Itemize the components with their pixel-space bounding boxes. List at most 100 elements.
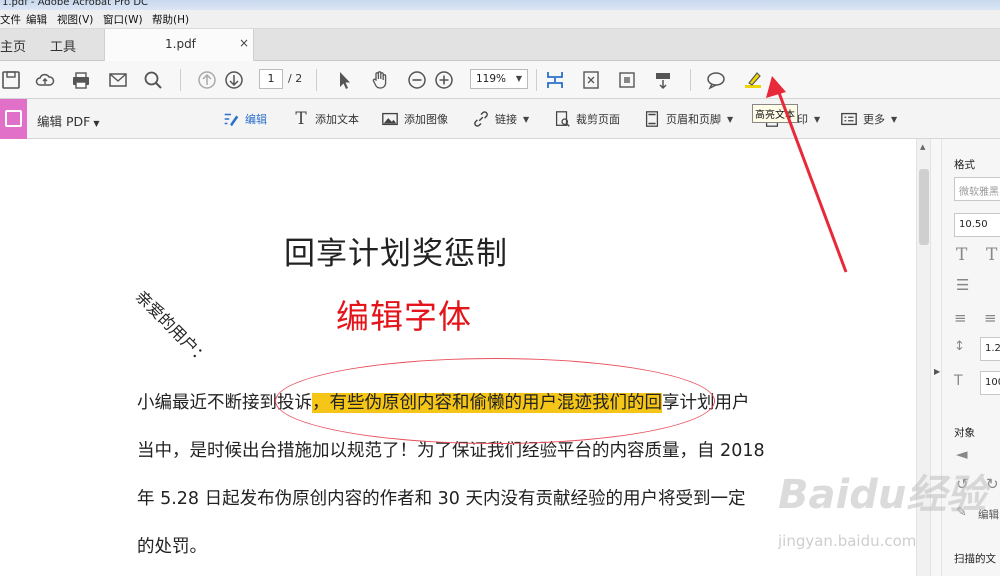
image-icon	[381, 110, 399, 128]
toolbar-divider	[536, 69, 537, 91]
text-icon: T	[295, 109, 307, 129]
format-heading: 格式	[954, 159, 975, 171]
add-text-button[interactable]: T 添加文本	[292, 109, 359, 129]
rotate-page-icon[interactable]	[580, 69, 602, 91]
toolbar-divider	[180, 69, 181, 91]
add-text-label: 添加文本	[315, 113, 359, 126]
link-label: 链接	[495, 113, 517, 126]
select-cursor-icon[interactable]	[333, 69, 355, 91]
print-icon[interactable]	[70, 69, 92, 91]
object-heading: 对象	[954, 427, 975, 439]
tab-document[interactable]: 1.pdf ×	[104, 29, 254, 61]
zoom-out-icon[interactable]	[406, 69, 428, 91]
rotate-right-icon[interactable]: ↻	[986, 475, 999, 493]
tab-bar: 主页 工具 1.pdf ×	[0, 29, 1000, 61]
document-title[interactable]: 回享计划奖惩制	[284, 228, 508, 273]
menu-file[interactable]: 文件	[0, 12, 21, 27]
chevron-down-icon: ▼	[814, 114, 821, 124]
text-color-icon[interactable]: T	[956, 245, 967, 265]
fit-page-icon[interactable]	[544, 69, 566, 91]
chevron-down-icon: ▼	[93, 119, 100, 128]
menu-view[interactable]: 视图(V)	[57, 12, 93, 27]
crop-page-label: 裁剪页面	[576, 113, 620, 126]
chevron-down-icon: ▼	[515, 74, 522, 83]
close-icon[interactable]: ×	[239, 36, 249, 50]
edit-pdf-toolbar: 编辑 PDF ▼ 编辑 T 添加文本 添加图像 链接 ▼ 裁剪页面 页眉和页脚 ▼	[0, 99, 1000, 139]
highlight-pen-icon[interactable]	[742, 69, 764, 91]
search-icon[interactable]	[142, 69, 164, 91]
edit-pdf-menu[interactable]: 编辑 PDF ▼	[37, 111, 99, 130]
line-spacing-icon: ↕	[954, 339, 965, 354]
more-options-icon	[840, 110, 858, 128]
edit-button-label: 编辑	[245, 113, 267, 126]
header-footer-button[interactable]: 页眉和页脚 ▼	[643, 109, 733, 129]
paragraph-line-3[interactable]: 年 5.28 日起发布伪原创内容的作者和 30 天内没有贡献经验的用户将受到一定	[137, 488, 745, 510]
text-style-icon[interactable]: T	[986, 245, 997, 265]
chevron-down-icon: ▼	[891, 114, 898, 124]
watermark-url: jingyan.baidu.com	[778, 532, 917, 550]
menu-bar: 文件 编辑 视图(V) 窗口(W) 帮助(H)	[0, 10, 1000, 29]
chevron-down-icon: ▼	[523, 114, 530, 124]
link-button[interactable]: 链接 ▼	[472, 109, 529, 129]
crop-page-button[interactable]: 裁剪页面	[553, 109, 620, 129]
add-image-label: 添加图像	[404, 113, 448, 126]
align-left-icon[interactable]: ≡	[954, 309, 967, 327]
scrollbar-thumb[interactable]	[919, 169, 929, 245]
page-total: / 2	[288, 72, 303, 85]
email-icon[interactable]	[107, 69, 129, 91]
toolbar-divider	[690, 69, 691, 91]
font-size-select[interactable]: 10.50	[954, 213, 1000, 237]
zoom-select[interactable]: 119% ▼	[470, 69, 528, 89]
header-footer-icon	[643, 110, 661, 128]
highlight-tooltip: 高亮文本	[752, 104, 798, 123]
chevron-down-icon: ▼	[727, 114, 734, 124]
comment-icon[interactable]	[705, 69, 727, 91]
hand-icon[interactable]	[369, 69, 391, 91]
menu-edit[interactable]: 编辑	[26, 12, 47, 27]
window-title: 1.pdf - Adobe Acrobat Pro DC	[2, 0, 149, 8]
page-down-icon[interactable]	[223, 69, 245, 91]
more-button[interactable]: 更多 ▼	[840, 109, 897, 129]
edit-pdf-tool-icon[interactable]	[0, 99, 27, 139]
crop-icon	[553, 110, 571, 128]
page-up-icon[interactable]	[196, 69, 218, 91]
paragraph-line-2[interactable]: 当中，是时候出台措施加以规范了！为了保证我们经验平台的内容质量，自 2018	[137, 440, 765, 462]
edit-button[interactable]: 编辑	[222, 109, 267, 129]
zoom-value: 119%	[476, 73, 507, 85]
font-family-select[interactable]: 微软雅黑	[954, 177, 1000, 201]
scroll-up-icon[interactable]: ▲	[920, 143, 925, 151]
add-image-button[interactable]: 添加图像	[381, 109, 448, 129]
horizontal-scale-input[interactable]: 100	[980, 371, 1000, 395]
full-screen-icon[interactable]	[616, 69, 638, 91]
flip-icon[interactable]: ◄	[956, 445, 968, 463]
line-spacing-input[interactable]: 1.20	[980, 337, 1000, 361]
main-toolbar: 1 / 2 119% ▼	[0, 61, 1000, 99]
toolbar-divider	[316, 69, 317, 91]
chevron-right-icon[interactable]: ▶	[934, 367, 940, 376]
edit-pdf-title: 编辑 PDF	[37, 114, 91, 129]
tab-home[interactable]: 主页	[0, 36, 26, 55]
menu-help[interactable]: 帮助(H)	[152, 12, 189, 27]
document-red-text[interactable]: 编辑字体	[336, 290, 472, 338]
zoom-in-icon[interactable]	[433, 69, 455, 91]
tab-tools[interactable]: 工具	[50, 36, 76, 55]
scanned-heading: 扫描的文	[954, 553, 996, 565]
align-center-icon[interactable]: ≡	[984, 309, 997, 327]
save-icon[interactable]	[0, 69, 22, 91]
list-icon[interactable]: ☰	[956, 276, 969, 294]
link-icon	[472, 110, 490, 128]
upload-cloud-icon[interactable]	[34, 69, 56, 91]
paragraph-line-4[interactable]: 的处罚。	[137, 536, 207, 558]
annotation-ellipse	[275, 358, 715, 444]
horizontal-scale-icon: T	[954, 373, 963, 389]
document-tab-label: 1.pdf	[165, 37, 196, 51]
page-number-input[interactable]: 1	[259, 69, 283, 89]
menu-window[interactable]: 窗口(W)	[103, 12, 143, 27]
title-bar: 1.pdf - Adobe Acrobat Pro DC	[0, 0, 1000, 10]
baidu-watermark: Baidu经验 jingyan.baidu.com	[778, 462, 986, 572]
edit-text-icon	[222, 110, 240, 128]
scroll-mode-icon[interactable]	[652, 69, 674, 91]
header-footer-label: 页眉和页脚	[666, 113, 721, 126]
acrobat-window: 1.pdf - Adobe Acrobat Pro DC 文件 编辑 视图(V)…	[0, 0, 1000, 576]
more-label: 更多	[863, 113, 885, 126]
